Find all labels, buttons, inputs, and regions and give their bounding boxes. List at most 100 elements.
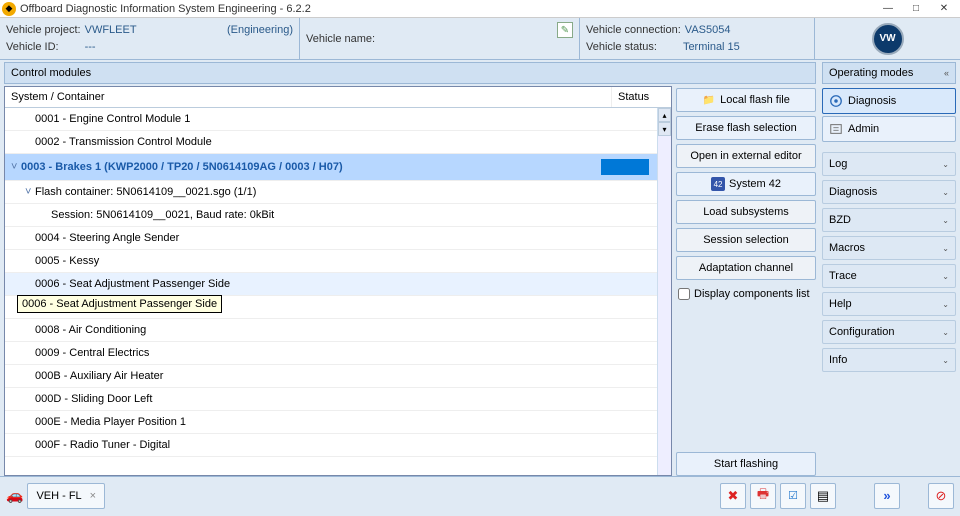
diagnosis-mode-button[interactable]: Diagnosis — [822, 88, 956, 114]
tree-row[interactable]: 0006 - Seat Adjustment Passenger Side — [5, 273, 657, 296]
chevron-down-icon: ⌄ — [942, 216, 949, 225]
data-button[interactable]: ▤ — [810, 483, 836, 509]
tree-row[interactable]: Session: 5N0614109__0021, Baud rate: 0kB… — [5, 204, 657, 227]
vw-logo-icon: VW — [872, 23, 904, 55]
tree-row[interactable]: 000D - Sliding Door Left — [5, 388, 657, 411]
panel-label: Help — [829, 298, 852, 310]
right-panel: Operating modes« Diagnosis Admin Log⌄Dia… — [820, 60, 960, 476]
row-label: 0001 - Engine Control Module 1 — [35, 113, 651, 125]
panel-info[interactable]: Info⌄ — [822, 348, 956, 372]
cancel-button[interactable]: ⊘ — [928, 483, 954, 509]
tooltip: 0006 - Seat Adjustment Passenger Side — [17, 295, 222, 313]
scroll-up-icon[interactable]: ▴ — [658, 108, 671, 122]
panel-trace[interactable]: Trace⌄ — [822, 264, 956, 288]
row-label: Session: 5N0614109__0021, Baud rate: 0kB… — [51, 209, 651, 221]
control-modules-title: Control modules — [11, 67, 91, 79]
status-bar — [601, 159, 649, 175]
session-selection-button[interactable]: Session selection — [676, 228, 816, 252]
expand-icon[interactable]: ˅ — [11, 161, 21, 173]
tree-body[interactable]: 0001 - Engine Control Module 1 0002 - Tra… — [5, 108, 657, 475]
adaptation-channel-button[interactable]: Adaptation channel — [676, 256, 816, 280]
car-icon[interactable]: 🚗 — [6, 487, 23, 504]
tree-row[interactable]: ˅0003 - Brakes 1 (KWP2000 / TP20 / 5N061… — [5, 154, 657, 181]
tree-row[interactable]: 0005 - Kessy — [5, 250, 657, 273]
col-status[interactable]: Status — [611, 87, 671, 107]
tree-row[interactable]: 0009 - Central Electrics — [5, 342, 657, 365]
chevron-down-icon: ⌄ — [942, 272, 949, 281]
panel-diagnosis[interactable]: Diagnosis ⌄ — [822, 180, 956, 204]
panel-macros[interactable]: Macros ⌄ — [822, 236, 956, 260]
panel-log[interactable]: Log⌄ — [822, 152, 956, 176]
vehicle-id-value: --- — [85, 41, 96, 53]
tree-row[interactable]: 000B - Auxiliary Air Heater — [5, 365, 657, 388]
local-flash-button[interactable]: 📁Local flash file — [676, 88, 816, 112]
control-modules-header[interactable]: Control modules — [4, 62, 816, 84]
action-buttons: 📁Local flash file Erase flash selection … — [676, 86, 816, 476]
project-value: VWFLEET — [85, 24, 137, 36]
col-system[interactable]: System / Container — [5, 87, 611, 107]
panel-bzd[interactable]: BZD ⌄ — [822, 208, 956, 232]
panel-label: Diagnosis — [829, 186, 877, 198]
load-subsystems-button[interactable]: Load subsystems — [676, 200, 816, 224]
system42-button[interactable]: 42System 42 — [676, 172, 816, 196]
open-editor-button[interactable]: Open in external editor — [676, 144, 816, 168]
chevron-down-icon: ⌄ — [942, 356, 949, 365]
admin-mode-button[interactable]: Admin — [822, 116, 956, 142]
close-tab-icon[interactable]: × — [90, 490, 96, 502]
panel-label: Macros — [829, 242, 865, 254]
chevron-down-icon: ⌄ — [942, 188, 949, 197]
scroll-down-icon[interactable]: ▾ — [658, 122, 671, 136]
module-tree: System / Container Status 0001 - Engine … — [4, 86, 672, 476]
delete-button[interactable]: ✖ — [720, 483, 746, 509]
row-label: 0009 - Central Electrics — [35, 347, 651, 359]
window-title: Offboard Diagnostic Information System E… — [20, 3, 874, 15]
scrollbar[interactable]: ▴ ▾ — [657, 108, 671, 475]
folder-icon: 📁 — [702, 93, 716, 107]
close-button[interactable]: ✕ — [930, 1, 958, 17]
start-flashing-button[interactable]: Start flashing — [676, 452, 816, 476]
print-button[interactable]: 🖶 — [750, 483, 776, 509]
project-mode: (Engineering) — [227, 24, 293, 36]
tree-row[interactable]: 000F - Radio Tuner - Digital — [5, 434, 657, 457]
tree-row[interactable]: 0008 - Air Conditioning — [5, 319, 657, 342]
tree-row[interactable]: ˅Flash container: 5N0614109__0021.sgo (1… — [5, 181, 657, 204]
row-label: 0002 - Transmission Control Module — [35, 136, 651, 148]
erase-flash-button[interactable]: Erase flash selection — [676, 116, 816, 140]
connection-label: Vehicle connection: — [586, 24, 681, 36]
checklist-button[interactable]: ☑ — [780, 483, 806, 509]
checkbox-input[interactable] — [678, 288, 690, 300]
connection-value: VAS5054 — [685, 24, 731, 36]
panel-configuration[interactable]: Configuration ⌄ — [822, 320, 956, 344]
tree-row[interactable]: 000E - Media Player Position 1 — [5, 411, 657, 434]
chevron-down-icon: ⌄ — [942, 328, 949, 337]
vehicle-status-button[interactable]: VEH - FL× — [27, 483, 105, 509]
vehicle-info-bar: Vehicle project: VWFLEET (Engineering) V… — [0, 18, 960, 60]
info-project-cell: Vehicle project: VWFLEET (Engineering) V… — [0, 18, 300, 59]
tree-row[interactable]: 0004 - Steering Angle Sender — [5, 227, 657, 250]
operating-modes-header[interactable]: Operating modes« — [822, 62, 956, 84]
display-components-checkbox[interactable]: Display components list — [676, 284, 816, 304]
row-label: 000E - Media Player Position 1 — [35, 416, 651, 428]
minimize-button[interactable]: — — [874, 1, 902, 17]
panel-label: Configuration — [829, 326, 894, 338]
edit-icon[interactable]: ✎ — [557, 22, 573, 38]
maximize-button[interactable]: □ — [902, 1, 930, 17]
tree-row[interactable]: 0001 - Engine Control Module 1 — [5, 108, 657, 131]
vehicle-name-label: Vehicle name: — [306, 33, 375, 45]
row-label: 0008 - Air Conditioning — [35, 324, 651, 336]
forward-button[interactable]: » — [874, 483, 900, 509]
row-label: 000F - Radio Tuner - Digital — [35, 439, 651, 451]
info-conn-cell: Vehicle connection: VAS5054 Vehicle stat… — [580, 18, 815, 59]
app-icon: ◆ — [2, 2, 16, 16]
row-label: 0006 - Seat Adjustment Passenger Side — [35, 278, 651, 290]
vehicle-id-label: Vehicle ID: — [6, 41, 59, 53]
row-label: 0004 - Steering Angle Sender — [35, 232, 651, 244]
row-label: 000B - Auxiliary Air Heater — [35, 370, 651, 382]
expand-icon[interactable]: ˅ — [25, 186, 35, 198]
logo-cell: VW — [815, 18, 960, 59]
panel-label: BZD — [829, 214, 851, 226]
panel-help[interactable]: Help⌄ — [822, 292, 956, 316]
panel-label: Log — [829, 158, 847, 170]
chevron-down-icon: ⌄ — [942, 244, 949, 253]
tree-row[interactable]: 0002 - Transmission Control Module — [5, 131, 657, 154]
